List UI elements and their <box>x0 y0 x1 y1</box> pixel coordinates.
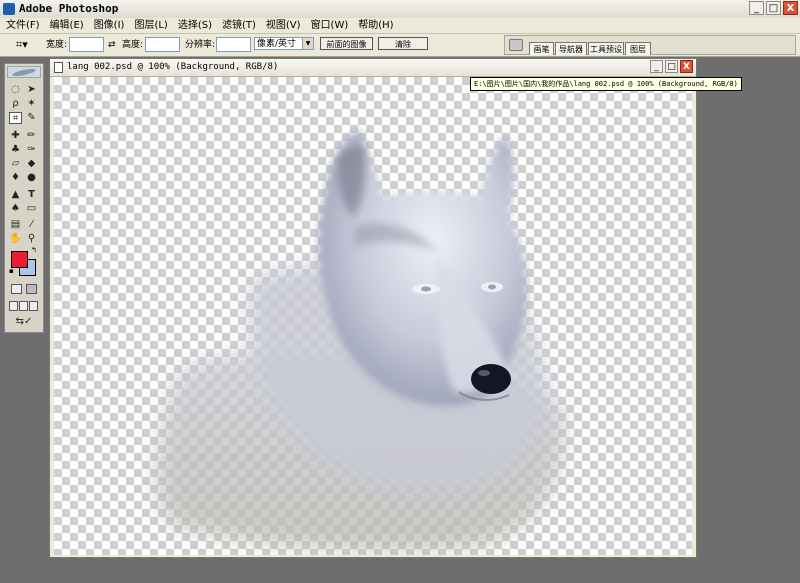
menubar: 文件(F) 编辑(E) 图像(I) 图层(L) 选择(S) 滤镜(T) 视图(V… <box>0 18 800 34</box>
paint-bucket-icon[interactable]: ◆ <box>25 158 38 170</box>
document-maximize-button[interactable]: □ <box>665 60 678 73</box>
document-path-tooltip: E:\图片\图片\国内\我的作品\lang 002.psd @ 100% (Ba… <box>470 77 742 91</box>
menu-window[interactable]: 窗口(W) <box>311 18 349 33</box>
wolf-image <box>155 129 566 551</box>
shape-icon[interactable]: ▭ <box>25 203 38 215</box>
tab-navigator[interactable]: 导航器 <box>555 42 587 55</box>
history-brush-icon[interactable]: ✑ <box>25 144 38 156</box>
resolution-unit-value: 像素/英寸 <box>257 39 297 49</box>
width-label: 宽度: <box>46 40 68 50</box>
menu-file[interactable]: 文件(F) <box>6 18 40 33</box>
foreground-color-swatch[interactable] <box>11 251 28 268</box>
resolution-input[interactable] <box>216 37 251 52</box>
lasso-icon[interactable]: ρ <box>9 98 22 110</box>
swap-colors-icon[interactable]: ↰ <box>31 247 38 254</box>
zoom-icon[interactable]: ⚲ <box>25 233 38 245</box>
tab-layers[interactable]: 图层 <box>625 42 651 55</box>
healing-brush-icon[interactable]: ✚ <box>9 130 22 142</box>
move-icon[interactable]: ➤ <box>25 84 38 96</box>
clone-stamp-icon[interactable]: ♣ <box>9 144 22 156</box>
document-window-controls: _ □ X <box>650 60 693 73</box>
palette-dock: 画笔 导航器 工具预设 图层 <box>504 35 796 55</box>
standard-screen-mode-icon[interactable] <box>9 301 18 311</box>
chevron-down-icon: ▼ <box>302 38 313 49</box>
eyedropper-icon[interactable]: ⁄ <box>25 219 38 231</box>
resolution-unit-select[interactable]: 像素/英寸 ▼ <box>254 37 314 50</box>
file-browser-icon[interactable] <box>509 39 523 51</box>
width-input[interactable] <box>69 37 104 52</box>
type-icon[interactable]: T <box>25 189 38 201</box>
height-input[interactable] <box>145 37 180 52</box>
photoshop-logo-icon <box>3 3 15 15</box>
slice-icon[interactable]: ✎ <box>25 112 38 124</box>
menu-image[interactable]: 图像(I) <box>94 18 125 33</box>
minimize-button[interactable]: _ <box>749 1 764 15</box>
jump-to-imageready-icon[interactable]: ⇆✓ <box>10 316 38 328</box>
blur-icon[interactable]: ♦ <box>9 172 22 184</box>
document-title: lang 002.psd @ 100% (Background, RGB/8) <box>67 62 279 72</box>
menu-layer[interactable]: 图层(L) <box>134 18 167 33</box>
document-icon <box>54 62 63 73</box>
swap-icon[interactable]: ⇄ <box>108 38 116 52</box>
menu-edit[interactable]: 编辑(E) <box>50 18 84 33</box>
front-image-button[interactable]: 前面的图像 <box>320 37 373 50</box>
path-selection-icon[interactable]: ▲ <box>9 189 22 201</box>
menu-help[interactable]: 帮助(H) <box>358 18 393 33</box>
toolbox: ◌ ➤ ρ ✶ ⌗ ✎ ✚ ✏ ♣ ✑ ▱ ◆ ♦ ● ▲ T ♠ ▭ ▤ ⁄ … <box>4 63 44 333</box>
height-label: 高度: <box>122 40 144 50</box>
document-close-button[interactable]: X <box>680 60 693 73</box>
menu-select[interactable]: 选择(S) <box>178 18 212 33</box>
dodge-icon[interactable]: ● <box>25 172 38 184</box>
menu-filter[interactable]: 滤镜(T) <box>222 18 256 33</box>
marquee-icon[interactable]: ◌ <box>9 84 22 96</box>
clear-button[interactable]: 清除 <box>378 37 428 50</box>
standard-mode-icon[interactable] <box>11 284 22 294</box>
brush-icon[interactable]: ✏ <box>25 130 38 142</box>
feather-icon <box>11 67 37 78</box>
notes-icon[interactable]: ▤ <box>9 219 22 231</box>
magic-wand-icon[interactable]: ✶ <box>25 98 38 110</box>
tab-brushes[interactable]: 画笔 <box>529 42 554 55</box>
quick-mask-mode-icon[interactable] <box>26 284 37 294</box>
document-window: lang 002.psd @ 100% (Background, RGB/8) … <box>49 58 697 558</box>
pen-icon[interactable]: ♠ <box>9 203 22 215</box>
tab-tool-presets[interactable]: 工具预设 <box>588 42 624 55</box>
document-titlebar: lang 002.psd @ 100% (Background, RGB/8) … <box>50 59 696 77</box>
document-minimize-button[interactable]: _ <box>650 60 663 73</box>
image-canvas[interactable] <box>54 77 692 555</box>
maximize-button[interactable]: □ <box>766 1 781 15</box>
app-title: Adobe Photoshop <box>19 2 119 15</box>
window-controls: _ □ X <box>749 1 798 15</box>
default-colors-icon[interactable]: ▪ <box>9 268 16 275</box>
eraser-icon[interactable]: ▱ <box>9 158 22 170</box>
full-screen-menu-mode-icon[interactable] <box>19 301 28 311</box>
crop-tool-icon[interactable]: ⌗▾ <box>16 38 28 52</box>
resolution-label: 分辨率: <box>185 40 216 50</box>
full-screen-mode-icon[interactable] <box>29 301 38 311</box>
app-titlebar: Adobe Photoshop _ □ X <box>0 0 800 19</box>
menu-view[interactable]: 视图(V) <box>266 18 301 33</box>
hand-icon[interactable]: ✋ <box>9 233 22 245</box>
options-bar: ⌗▾ 宽度: ⇄ 高度: 分辨率: 像素/英寸 ▼ 前面的图像 清除 画笔 导航… <box>0 34 800 57</box>
close-button[interactable]: X <box>783 1 798 15</box>
toolbox-header <box>7 66 41 78</box>
crop-icon[interactable]: ⌗ <box>9 112 22 124</box>
